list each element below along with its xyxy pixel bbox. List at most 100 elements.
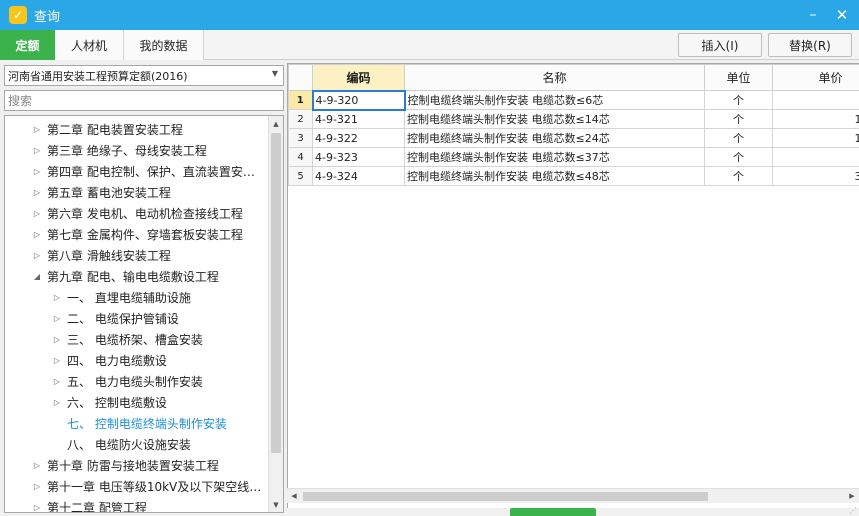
expand-icon[interactable]: ▷ <box>51 293 63 302</box>
cell-name[interactable]: 控制电缆终端头制作安装 电缆芯数≤6芯 <box>404 90 705 110</box>
chapter-tree: ▷ 第二章 配电装置安装工程 ▷ 第三章 绝缘子、母线安装工程 ▷ 第四章 配电控制、保护… <box>4 115 284 513</box>
tree-item[interactable]: 七、 控制电缆终端头制作安装 <box>5 413 270 434</box>
expand-icon[interactable]: ▷ <box>51 314 63 323</box>
table-row[interactable]: 54-9-324控制电缆终端头制作安装 电缆芯数≤48芯个306.7 <box>288 166 859 186</box>
tree-item[interactable]: ▷ 二、 电缆保护管铺设 <box>5 308 270 329</box>
tree-item[interactable]: ▷ 第七章 金属构件、穿墙套板安装工程 <box>5 224 270 245</box>
tab-my-data[interactable]: 我的数据 <box>124 30 204 60</box>
replace-button[interactable]: 替换(R) <box>768 33 852 57</box>
tab-labor-material-machine[interactable]: 人材机 <box>55 30 124 60</box>
cell-name[interactable]: 控制电缆终端头制作安装 电缆芯数≤37芯 <box>404 147 705 167</box>
tree-item[interactable]: ▷ 六、 控制电缆敷设 <box>5 392 270 413</box>
tree-item-label: 四、 电力电缆敷设 <box>67 354 167 368</box>
tree-item[interactable]: ▷ 第六章 发电机、电动机检查接线工程 <box>5 203 270 224</box>
cell-price[interactable]: 306.7 <box>772 166 859 186</box>
expand-icon[interactable]: ▷ <box>51 398 63 407</box>
header-corner <box>288 64 313 91</box>
table-row[interactable]: 24-9-321控制电缆终端头制作安装 电缆芯数≤14芯个117.0 <box>288 109 859 129</box>
cell-price[interactable]: 152.1 <box>772 128 859 148</box>
expand-icon[interactable]: ▷ <box>31 251 43 260</box>
scroll-up-icon[interactable]: ▲ <box>269 116 283 131</box>
resize-grip-icon[interactable]: ⋰ <box>849 506 858 515</box>
cell-price[interactable]: 210. <box>772 147 859 167</box>
row-number[interactable]: 2 <box>288 109 313 129</box>
header-name[interactable]: 名称 <box>404 64 705 91</box>
table-row[interactable]: 44-9-323控制电缆终端头制作安装 电缆芯数≤37芯个210. <box>288 147 859 167</box>
tree-item[interactable]: ▷ 第十一章 电压等级10kV及以下架空线… <box>5 476 270 497</box>
cell-unit[interactable]: 个 <box>704 109 773 129</box>
tree-item[interactable]: ▷ 第五章 蓄电池安装工程 <box>5 182 270 203</box>
row-number[interactable]: 1 <box>288 90 313 110</box>
tree-item[interactable]: ▷ 第十二章 配管工程 <box>5 497 270 513</box>
grid-horizontal-scrollbar[interactable]: ◀ ▶ <box>287 488 859 503</box>
tree-item[interactable]: ▷ 一、 直埋电缆辅助设施 <box>5 287 270 308</box>
cell-name[interactable]: 控制电缆终端头制作安装 电缆芯数≤24芯 <box>404 128 705 148</box>
tree-item-label: 第三章 绝缘子、母线安装工程 <box>47 144 207 158</box>
header-code[interactable]: 编码 <box>312 64 405 91</box>
expand-icon[interactable]: ▷ <box>31 482 43 491</box>
cell-code[interactable]: 4-9-320 <box>311 89 406 111</box>
tree-item-label: 三、 电缆桥架、槽盒安装 <box>67 333 203 347</box>
tree-item-label: 第十二章 配管工程 <box>47 501 147 513</box>
cell-name[interactable]: 控制电缆终端头制作安装 电缆芯数≤48芯 <box>404 166 705 186</box>
tree-item-label: 二、 电缆保护管铺设 <box>67 312 179 326</box>
cell-code[interactable]: 4-9-324 <box>312 166 405 186</box>
cell-name[interactable]: 控制电缆终端头制作安装 电缆芯数≤14芯 <box>404 109 705 129</box>
cell-price[interactable]: 117.0 <box>772 109 859 129</box>
tree-item[interactable]: ▷ 第十章 防雷与接地装置安装工程 <box>5 455 270 476</box>
table-row[interactable]: 34-9-322控制电缆终端头制作安装 电缆芯数≤24芯个152.1 <box>288 128 859 148</box>
cell-unit[interactable]: 个 <box>704 147 773 167</box>
tab-quota[interactable]: 定额 <box>0 30 55 60</box>
row-number[interactable]: 4 <box>288 147 313 167</box>
quota-library-select[interactable]: 河南省通用安装工程预算定额(2016) ▼ <box>4 65 284 86</box>
expand-icon[interactable]: ▷ <box>31 230 43 239</box>
expand-icon[interactable]: ▷ <box>31 125 43 134</box>
tree-item[interactable]: ▷ 五、 电力电缆头制作安装 <box>5 371 270 392</box>
tree-item[interactable]: ▷ 三、 电缆桥架、槽盒安装 <box>5 329 270 350</box>
chevron-down-icon[interactable]: ▼ <box>272 69 278 78</box>
header-price[interactable]: 单价 <box>772 64 859 91</box>
tree-item[interactable]: ▷ 四、 电力电缆敷设 <box>5 350 270 371</box>
tree-item[interactable]: 八、 电缆防火设施安装 <box>5 434 270 455</box>
scroll-right-icon[interactable]: ▶ <box>845 489 859 503</box>
panel-drag-handle[interactable] <box>510 508 596 516</box>
expand-icon[interactable]: ▷ <box>31 167 43 176</box>
close-button[interactable]: ✕ <box>829 0 855 30</box>
app-logo-icon: ✓ <box>9 6 27 24</box>
tree-scrollbar[interactable]: ▲ ▼ <box>268 116 283 512</box>
scroll-thumb[interactable] <box>303 492 708 501</box>
expand-icon[interactable]: ▷ <box>31 209 43 218</box>
tree-item[interactable]: ▷ 第二章 配电装置安装工程 <box>5 119 270 140</box>
tree-item[interactable]: ◢ 第九章 配电、输电电缆敷设工程 <box>5 266 270 287</box>
cell-code[interactable]: 4-9-322 <box>312 128 405 148</box>
tree-item-label: 八、 电缆防火设施安装 <box>67 438 191 452</box>
expand-icon[interactable]: ▷ <box>31 461 43 470</box>
expand-icon[interactable]: ▷ <box>31 146 43 155</box>
cell-code[interactable]: 4-9-321 <box>312 109 405 129</box>
cell-unit[interactable]: 个 <box>704 166 773 186</box>
table-row[interactable]: 14-9-320控制电缆终端头制作安装 电缆芯数≤6芯个77.0 <box>288 89 859 111</box>
cell-unit[interactable]: 个 <box>704 128 773 148</box>
minimize-button[interactable]: – <box>800 0 826 30</box>
row-number[interactable]: 3 <box>288 128 313 148</box>
quota-grid: 编码 名称 单位 单价 1 4-9-320 控制电缆终端头制作安装 电缆芯数≤6芯个… <box>287 63 859 508</box>
scroll-down-icon[interactable]: ▼ <box>269 497 283 512</box>
expand-icon[interactable]: ▷ <box>51 335 63 344</box>
expand-icon[interactable]: ▷ <box>51 377 63 386</box>
insert-button[interactable]: 插入(I) <box>678 33 762 57</box>
scroll-thumb[interactable] <box>271 133 281 453</box>
tree-item[interactable]: ▷ 第三章 绝缘子、母线安装工程 <box>5 140 270 161</box>
cell-unit[interactable]: 个 <box>704 90 773 110</box>
collapse-icon[interactable]: ◢ <box>31 272 43 281</box>
tree-item[interactable]: ▷ 第八章 滑触线安装工程 <box>5 245 270 266</box>
expand-icon[interactable]: ▷ <box>31 188 43 197</box>
row-number[interactable]: 5 <box>288 166 313 186</box>
expand-icon[interactable]: ▷ <box>31 503 43 512</box>
scroll-left-icon[interactable]: ◀ <box>287 489 301 503</box>
cell-code[interactable]: 4-9-323 <box>312 147 405 167</box>
header-unit[interactable]: 单位 <box>704 64 773 91</box>
expand-icon[interactable]: ▷ <box>51 356 63 365</box>
tree-item[interactable]: ▷ 第四章 配电控制、保护、直流装置安… <box>5 161 270 182</box>
search-input[interactable] <box>4 90 284 111</box>
cell-price[interactable]: 77.0 <box>772 90 859 110</box>
